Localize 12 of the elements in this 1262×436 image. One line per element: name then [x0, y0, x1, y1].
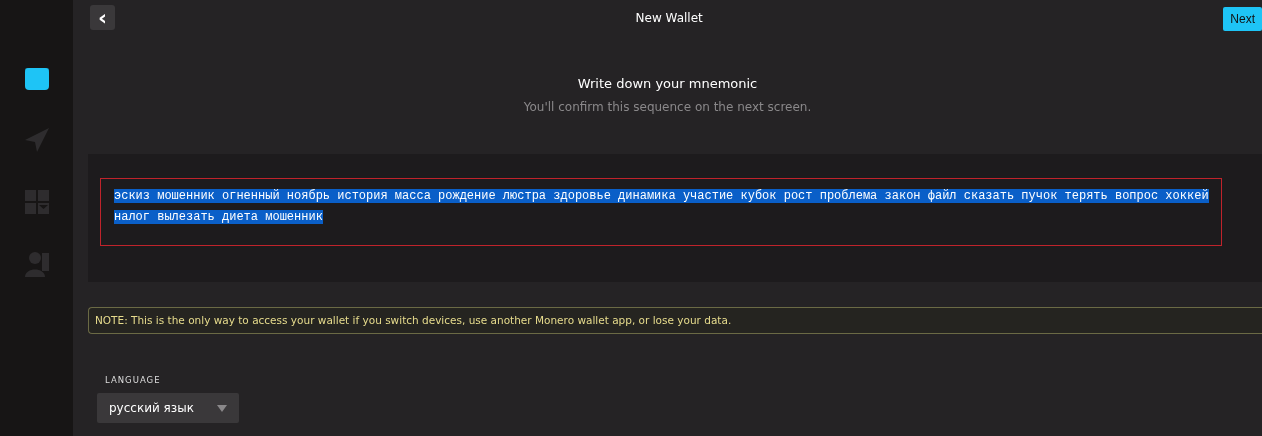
subheading: You'll confirm this sequence on the next screen.: [522, 98, 813, 116]
language-dropdown[interactable]: русский язык: [97, 393, 239, 423]
note-text: NOTE: This is the only way to access your wallet if you switch devices, use another Monero wallet app, or lose your data.: [88, 306, 1262, 335]
heading: Write down your mnemonic: [576, 75, 759, 93]
language-label: LANGUAGE: [105, 374, 162, 387]
grid-icon[interactable]: [22, 188, 51, 216]
next-button[interactable]: Next: [1223, 7, 1262, 31]
mnemonic-text: эскиз мошенник огненный ноябрь история масса рождение люстра здоровье динамика участие кубок рост проблема закон файл сказать пучок терять вопрос хоккей налог вылезать диета мошенник: [114, 187, 1210, 226]
caret-icon: [217, 404, 227, 412]
back-button[interactable]: ‹: [90, 5, 115, 30]
person-icon[interactable]: [22, 250, 51, 278]
window-title: New Wallet: [635, 10, 703, 27]
